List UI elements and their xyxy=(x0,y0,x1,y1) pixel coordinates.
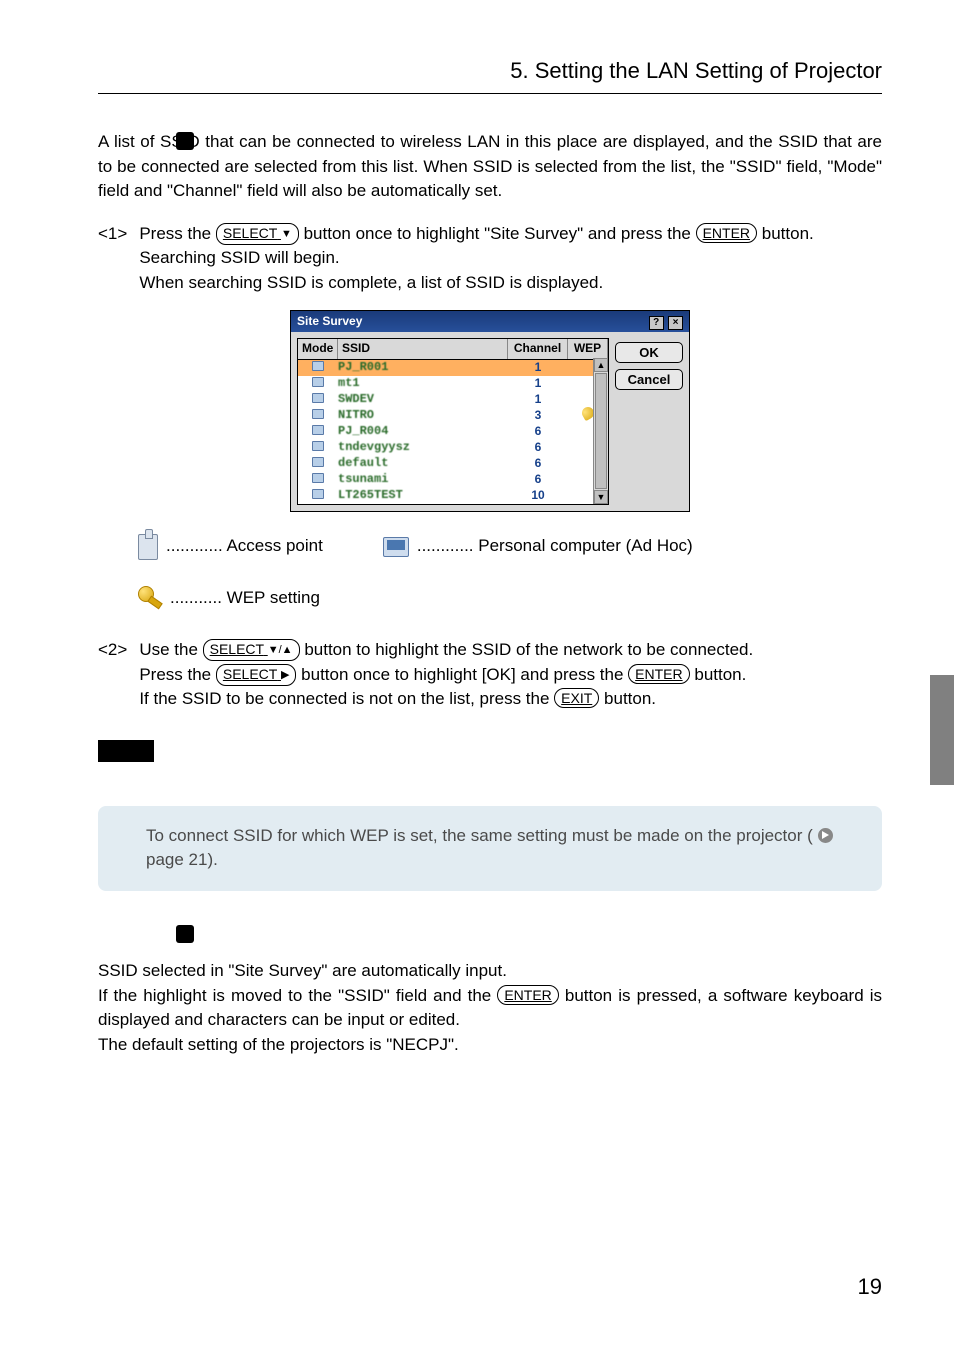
scroll-up-icon[interactable]: ▲ xyxy=(594,358,608,372)
list-item[interactable]: SWDEV1 xyxy=(298,392,608,408)
mode-icon xyxy=(312,425,324,435)
legend: ............ Access point ............ P… xyxy=(138,534,882,611)
dialog-title: Site Survey xyxy=(297,313,362,330)
enter-button-label-3: ENTER xyxy=(497,985,558,1005)
channel-cell: 1 xyxy=(508,375,568,392)
step-2: <2> Use the SELECT ▼/▲ button to highlig… xyxy=(98,638,882,712)
wep-key-icon xyxy=(138,586,162,610)
channel-cell: 6 xyxy=(508,423,568,440)
list-item[interactable]: PJ_R0011 xyxy=(298,360,608,376)
mode-icon xyxy=(312,457,324,467)
select-right-button-label: SELECT ▶ xyxy=(216,664,297,686)
ssid-cell: tsunami xyxy=(338,471,508,488)
legend-access-point: ............ Access point xyxy=(166,534,323,559)
header-title: 5. Setting the LAN Setting of Projector xyxy=(98,55,882,87)
list-item[interactable]: NITRO3 xyxy=(298,408,608,424)
close-icon[interactable]: × xyxy=(668,316,683,330)
page-number: 19 xyxy=(858,1271,882,1303)
section-bullet xyxy=(176,132,194,150)
step-2-number: <2> xyxy=(98,638,127,712)
ssid-cell: NITRO xyxy=(338,407,508,424)
mode-icon xyxy=(312,441,324,451)
personal-computer-icon xyxy=(383,537,409,557)
step-1-text-a-mid: button once to highlight "Site Survey" a… xyxy=(304,224,696,243)
list-item[interactable]: tndevgyysz6 xyxy=(298,440,608,456)
list-item[interactable]: mt11 xyxy=(298,376,608,392)
select-updown-button-label: SELECT ▼/▲ xyxy=(203,639,300,661)
scroll-thumb[interactable] xyxy=(595,373,607,488)
col-ssid: SSID xyxy=(338,339,508,358)
channel-cell: 6 xyxy=(508,455,568,472)
ssid-cell: PJ_R004 xyxy=(338,423,508,440)
scroll-down-icon[interactable]: ▼ xyxy=(594,490,608,504)
legend-wep: ........... WEP setting xyxy=(170,586,320,611)
list-item[interactable]: LT265TEST10 xyxy=(298,488,608,504)
channel-cell: 10 xyxy=(508,487,568,504)
select-down-button-label: SELECT ▼ xyxy=(216,223,299,245)
side-tab-indicator xyxy=(930,675,954,785)
step-1: <1> Press the SELECT ▼ button once to hi… xyxy=(98,222,882,296)
list-item[interactable]: default6 xyxy=(298,456,608,472)
ok-button[interactable]: OK xyxy=(615,342,683,363)
cancel-button[interactable]: Cancel xyxy=(615,369,683,390)
step-2-l1-post: button to highlight the SSID of the netw… xyxy=(304,640,753,659)
col-mode: Mode xyxy=(298,339,338,358)
step-2-l2-pre: Press the xyxy=(139,665,216,684)
mode-icon xyxy=(312,409,324,419)
ssid-cell: LT265TEST xyxy=(338,487,508,504)
mode-icon xyxy=(312,361,324,371)
access-point-icon xyxy=(138,534,158,560)
step-1-text-a-post: button. xyxy=(762,224,814,243)
step-2-l3-post: button. xyxy=(604,689,656,708)
channel-cell: 6 xyxy=(508,439,568,456)
enter-button-label: ENTER xyxy=(696,223,757,243)
intro-text: A list of SSID that can be connected to … xyxy=(98,130,882,204)
step-2-l2-post: button. xyxy=(694,665,746,684)
exit-button-label: EXIT xyxy=(554,688,599,708)
step-1-text-c: When searching SSID is complete, a list … xyxy=(139,271,882,296)
ssid-cell: mt1 xyxy=(338,375,508,392)
scrollbar[interactable]: ▲ ▼ xyxy=(593,358,608,503)
mode-icon xyxy=(312,473,324,483)
ssid-cell: PJ_R001 xyxy=(338,359,508,376)
ssid-l1: SSID selected in "Site Survey" are autom… xyxy=(98,959,882,984)
legend-personal-computer: ............ Personal computer (Ad Hoc) xyxy=(417,534,693,559)
section-bullet-2 xyxy=(176,925,194,943)
list-item[interactable]: tsunami6 xyxy=(298,472,608,488)
note-text-b: page 21). xyxy=(146,850,218,869)
site-survey-dialog: Site Survey ? × Mode SSID Channel WEP xyxy=(290,310,690,512)
enter-button-label-2: ENTER xyxy=(628,664,689,684)
channel-cell: 3 xyxy=(508,407,568,424)
ssid-cell: default xyxy=(338,455,508,472)
ssid-cell: SWDEV xyxy=(338,391,508,408)
channel-cell: 1 xyxy=(508,359,568,376)
ssid-l2-pre: If the highlight is moved to the "SSID" … xyxy=(98,986,497,1005)
ssid-cell: tndevgyysz xyxy=(338,439,508,456)
step-1-text-a-pre: Press the xyxy=(139,224,216,243)
note-text-a: To connect SSID for which WEP is set, th… xyxy=(146,826,813,845)
mode-icon xyxy=(312,377,324,387)
mode-icon xyxy=(312,393,324,403)
channel-cell: 1 xyxy=(508,391,568,408)
list-header: Mode SSID Channel WEP xyxy=(298,339,608,359)
step-2-l2-mid: button once to highlight [OK] and press … xyxy=(301,665,628,684)
ssid-l3: The default setting of the projectors is… xyxy=(98,1033,882,1058)
step-2-l3-pre: If the SSID to be connected is not on th… xyxy=(139,689,554,708)
col-channel: Channel xyxy=(508,339,568,358)
note-heading xyxy=(98,740,882,770)
help-icon[interactable]: ? xyxy=(649,316,664,330)
step-1-number: <1> xyxy=(98,222,127,296)
mode-icon xyxy=(312,489,324,499)
note-box: To connect SSID for which WEP is set, th… xyxy=(98,806,882,891)
step-2-l1-pre: Use the xyxy=(139,640,202,659)
channel-cell: 6 xyxy=(508,471,568,488)
ssid-list[interactable]: Mode SSID Channel WEP PJ_R0011mt11SWDEV1… xyxy=(297,338,609,504)
page-header: 5. Setting the LAN Setting of Projector xyxy=(98,55,882,94)
col-wep: WEP xyxy=(568,339,608,358)
dialog-titlebar: Site Survey ? × xyxy=(291,311,689,332)
page-ref-icon xyxy=(818,828,833,843)
step-1-text-b: Searching SSID will begin. xyxy=(139,246,882,271)
list-item[interactable]: PJ_R0046 xyxy=(298,424,608,440)
